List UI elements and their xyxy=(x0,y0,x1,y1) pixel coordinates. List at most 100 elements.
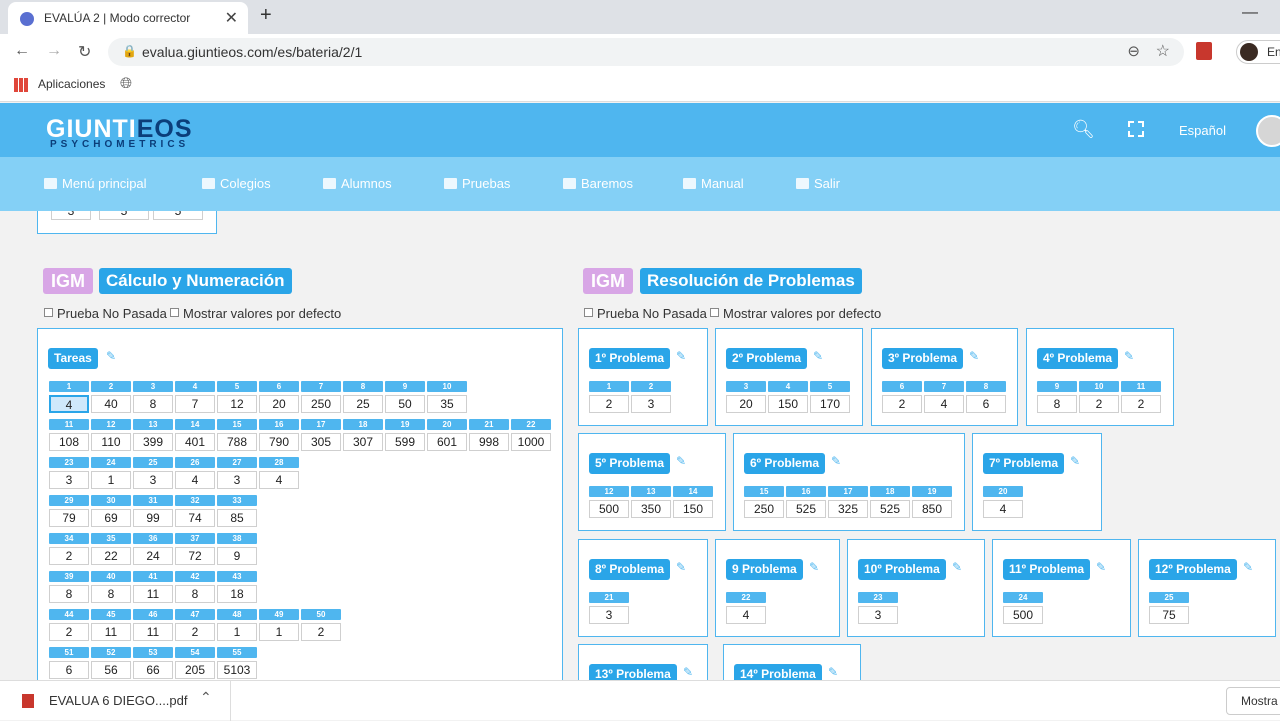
task-answer-input[interactable]: 170 xyxy=(810,395,850,413)
task-answer-input[interactable]: 4 xyxy=(49,395,89,413)
menu-item-manual[interactable]: Manual xyxy=(683,176,744,191)
value-cell[interactable]: 5 xyxy=(153,211,203,220)
checkbox-icon[interactable] xyxy=(584,308,593,317)
task-answer-input[interactable]: 3 xyxy=(858,606,898,624)
task-answer-input[interactable]: 3 xyxy=(133,471,173,489)
task-answer-input[interactable]: 20 xyxy=(726,395,766,413)
menu-item-baremos[interactable]: Baremos xyxy=(563,176,633,191)
task-answer-input[interactable]: 790 xyxy=(259,433,299,451)
globe-icon[interactable]: 🌐︎ xyxy=(120,75,132,92)
apps-grid-icon[interactable] xyxy=(14,78,28,92)
task-answer-input[interactable]: 250 xyxy=(744,500,784,518)
eraser-icon[interactable]: ✎ xyxy=(831,454,841,468)
task-answer-input[interactable]: 3 xyxy=(631,395,671,413)
eraser-icon[interactable]: ✎ xyxy=(828,665,838,679)
task-answer-input[interactable]: 7 xyxy=(175,395,215,413)
task-answer-input[interactable]: 250 xyxy=(301,395,341,413)
task-answer-input[interactable]: 50 xyxy=(385,395,425,413)
task-answer-input[interactable]: 2 xyxy=(49,623,89,641)
task-answer-input[interactable]: 22 xyxy=(91,547,131,565)
task-answer-input[interactable]: 24 xyxy=(133,547,173,565)
task-answer-input[interactable]: 8 xyxy=(133,395,173,413)
task-answer-input[interactable]: 72 xyxy=(175,547,215,565)
task-answer-input[interactable]: 75 xyxy=(1149,606,1189,624)
checkbox-icon[interactable] xyxy=(710,308,719,317)
new-tab-button[interactable]: + xyxy=(260,4,272,27)
task-answer-input[interactable]: 5103 xyxy=(217,661,257,679)
eraser-icon[interactable]: ✎ xyxy=(809,560,819,574)
task-answer-input[interactable]: 998 xyxy=(469,433,509,451)
task-answer-input[interactable]: 401 xyxy=(175,433,215,451)
menu-item-salir[interactable]: Salir xyxy=(796,176,840,191)
user-avatar[interactable] xyxy=(1256,115,1280,147)
task-answer-input[interactable]: 6 xyxy=(49,661,89,679)
task-answer-input[interactable]: 2 xyxy=(1079,395,1119,413)
task-answer-input[interactable]: 74 xyxy=(175,509,215,527)
zoom-icon[interactable]: ⊖ xyxy=(1127,42,1140,60)
checkbox-prueba-no-pasada-right[interactable]: Prueba No Pasada xyxy=(584,306,707,321)
task-answer-input[interactable]: 1 xyxy=(91,471,131,489)
task-answer-input[interactable]: 4 xyxy=(726,606,766,624)
eraser-icon[interactable]: ✎ xyxy=(813,349,823,363)
checkbox-icon[interactable] xyxy=(44,308,53,317)
task-answer-input[interactable]: 9 xyxy=(217,547,257,565)
task-answer-input[interactable]: 20 xyxy=(259,395,299,413)
menu-item-menu-principal[interactable]: Menú principal xyxy=(44,176,147,191)
task-answer-input[interactable]: 2 xyxy=(1121,395,1161,413)
task-answer-input[interactable]: 788 xyxy=(217,433,257,451)
checkbox-mostrar-defecto-left[interactable]: Mostrar valores por defecto xyxy=(170,306,341,321)
task-answer-input[interactable]: 3 xyxy=(589,606,629,624)
task-answer-input[interactable]: 8 xyxy=(49,585,89,603)
task-answer-input[interactable]: 1000 xyxy=(511,433,551,451)
task-answer-input[interactable]: 110 xyxy=(91,433,131,451)
eraser-icon[interactable]: ✎ xyxy=(676,349,686,363)
task-answer-input[interactable]: 525 xyxy=(870,500,910,518)
task-answer-input[interactable]: 2 xyxy=(49,547,89,565)
task-answer-input[interactable]: 56 xyxy=(91,661,131,679)
task-answer-input[interactable]: 2 xyxy=(301,623,341,641)
task-answer-input[interactable]: 350 xyxy=(631,500,671,518)
task-answer-input[interactable]: 69 xyxy=(91,509,131,527)
task-answer-input[interactable]: 99 xyxy=(133,509,173,527)
back-icon[interactable]: ← xyxy=(14,42,30,60)
task-answer-input[interactable]: 205 xyxy=(175,661,215,679)
checkbox-mostrar-defecto-right[interactable]: Mostrar valores por defecto xyxy=(710,306,881,321)
pdf-extension-icon[interactable] xyxy=(1196,42,1212,60)
task-answer-input[interactable]: 1 xyxy=(259,623,299,641)
task-answer-input[interactable]: 4 xyxy=(259,471,299,489)
task-answer-input[interactable]: 601 xyxy=(427,433,467,451)
menu-item-alumnos[interactable]: Alumnos xyxy=(323,176,392,191)
task-answer-input[interactable]: 40 xyxy=(91,395,131,413)
task-answer-input[interactable]: 850 xyxy=(912,500,952,518)
task-answer-input[interactable]: 1 xyxy=(217,623,257,641)
task-answer-input[interactable]: 3 xyxy=(217,471,257,489)
menu-item-pruebas[interactable]: Pruebas xyxy=(444,176,510,191)
task-answer-input[interactable]: 25 xyxy=(343,395,383,413)
task-answer-input[interactable]: 525 xyxy=(786,500,826,518)
task-answer-input[interactable]: 66 xyxy=(133,661,173,679)
task-answer-input[interactable]: 8 xyxy=(1037,395,1077,413)
url-text[interactable]: evalua.giuntieos.com/es/bateria/2/1 xyxy=(142,44,362,60)
task-answer-input[interactable]: 4 xyxy=(924,395,964,413)
bookmark-apps[interactable]: Aplicaciones xyxy=(38,77,105,91)
task-answer-input[interactable]: 4 xyxy=(175,471,215,489)
task-answer-input[interactable]: 305 xyxy=(301,433,341,451)
language-selector[interactable]: Español xyxy=(1179,123,1226,138)
task-answer-input[interactable]: 2 xyxy=(175,623,215,641)
eraser-icon[interactable]: ✎ xyxy=(1124,349,1134,363)
task-answer-input[interactable]: 4 xyxy=(983,500,1023,518)
omnibox[interactable]: 🔒 evalua.giuntieos.com/es/bateria/2/1 ⊖ … xyxy=(108,38,1184,66)
task-answer-input[interactable]: 2 xyxy=(882,395,922,413)
eraser-icon[interactable]: ✎ xyxy=(676,454,686,468)
task-answer-input[interactable]: 399 xyxy=(133,433,173,451)
task-answer-input[interactable]: 85 xyxy=(217,509,257,527)
eraser-icon[interactable]: ✎ xyxy=(683,665,693,679)
task-answer-input[interactable]: 325 xyxy=(828,500,868,518)
eraser-icon[interactable]: ✎ xyxy=(952,560,962,574)
task-answer-input[interactable]: 3 xyxy=(49,471,89,489)
reload-icon[interactable]: ↻ xyxy=(78,42,91,62)
task-answer-input[interactable]: 6 xyxy=(966,395,1006,413)
task-answer-input[interactable]: 500 xyxy=(589,500,629,518)
task-answer-input[interactable]: 108 xyxy=(49,433,89,451)
show-all-button[interactable]: Mostra xyxy=(1226,687,1280,715)
